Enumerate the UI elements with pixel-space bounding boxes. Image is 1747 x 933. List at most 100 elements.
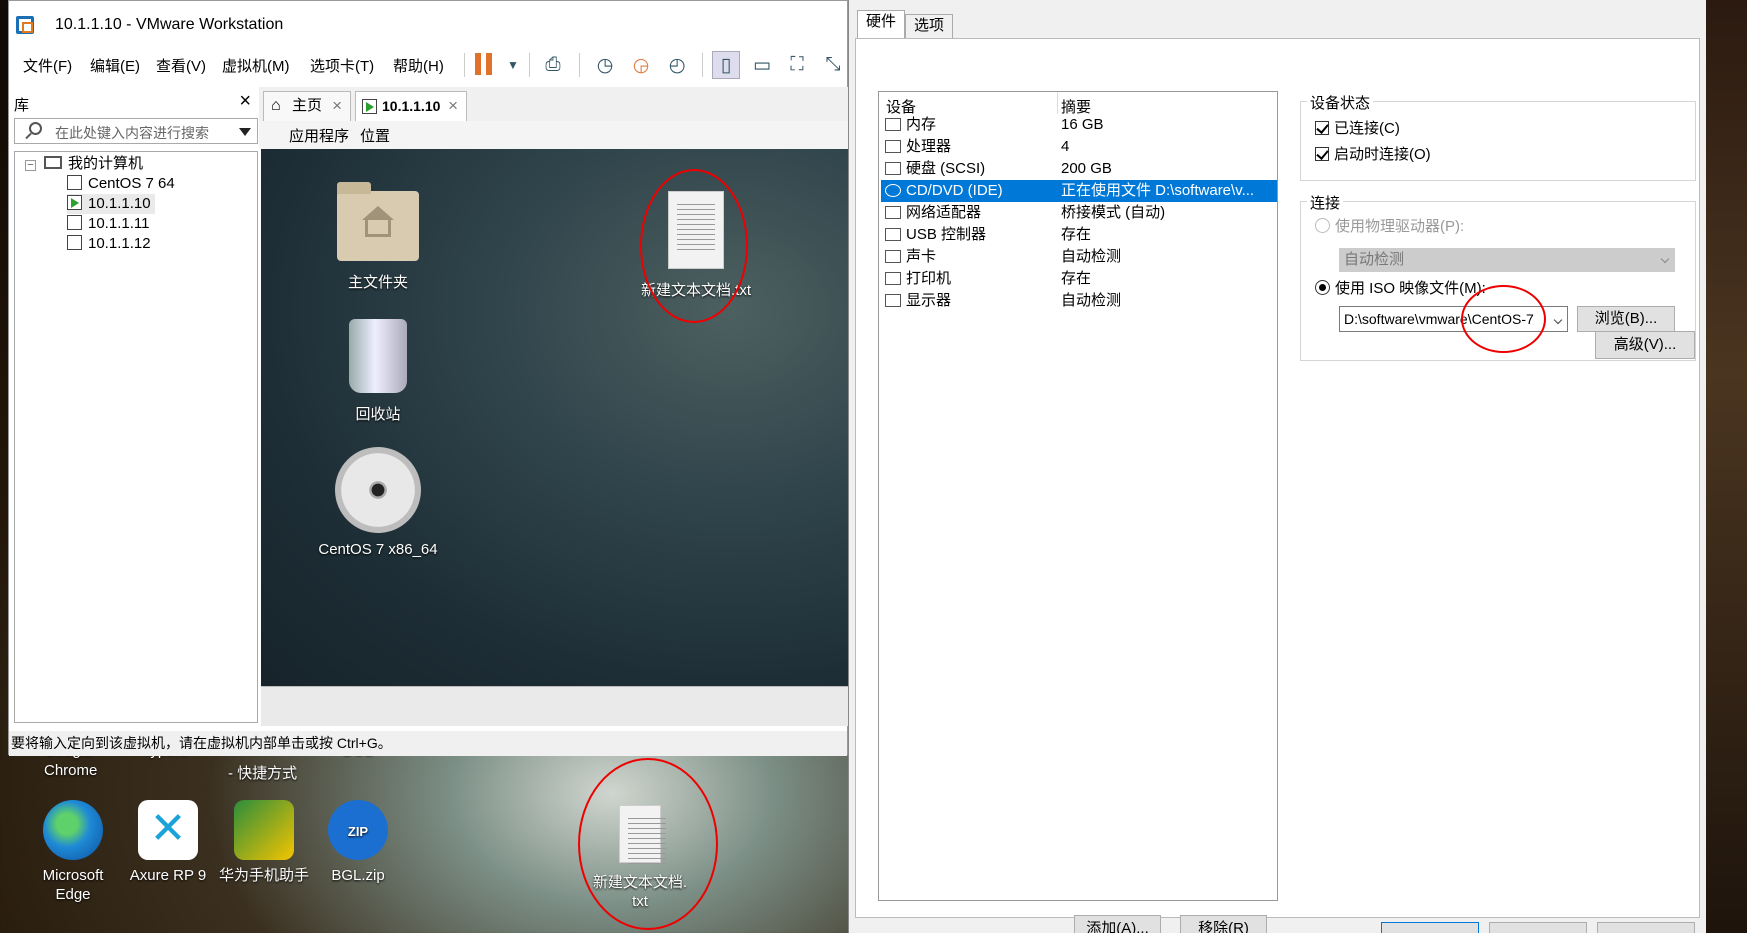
device-status-group: 设备状态 已连接(C) 启动时连接(O)	[1300, 92, 1696, 181]
tree-item-vm-selected[interactable]: 10.1.1.10	[67, 194, 155, 214]
revert-snapshot-icon[interactable]: ◶	[627, 51, 655, 79]
library-search-input[interactable]: 在此处键入内容进行搜索	[14, 118, 258, 144]
device-name: 硬盘 (SCSI)	[906, 160, 986, 177]
guest-icon-centos-disc[interactable]: CentOS 7 x86_64	[303, 447, 453, 558]
menu-vm[interactable]: 虚拟机(M)	[222, 55, 290, 76]
tree-item-vm[interactable]: 10.1.1.12	[67, 234, 151, 254]
close-icon[interactable]: ×	[332, 92, 342, 120]
connected-checkbox[interactable]: 已连接(C)	[1315, 120, 1400, 138]
speaker-icon	[885, 250, 901, 263]
computer-icon	[44, 156, 62, 169]
tab-options[interactable]: 选项	[905, 14, 954, 38]
close-icon[interactable]: ×	[448, 92, 458, 120]
home-icon	[362, 206, 394, 237]
menu-edit[interactable]: 编辑(E)	[90, 55, 140, 76]
dialog-bottom-button[interactable]	[1597, 922, 1695, 933]
menu-view[interactable]: 查看(V)	[156, 55, 206, 76]
close-icon[interactable]: ×	[239, 90, 251, 113]
physical-drive-radio[interactable]: 使用物理驱动器(P):	[1315, 218, 1464, 236]
radio-icon	[1315, 218, 1330, 233]
full-screen-icon[interactable]: ⛶	[783, 51, 811, 79]
snapshot-manager-icon[interactable]: ◴	[663, 51, 691, 79]
tab-hardware[interactable]: 硬件	[857, 10, 906, 39]
tab-vm[interactable]: 10.1.1.10 ×	[355, 91, 467, 121]
menu-tabs[interactable]: 选项卡(T)	[310, 55, 374, 76]
device-name: 显示器	[906, 292, 952, 309]
device-row-network-adapter[interactable]: 网络适配器 桥接模式 (自动)	[881, 202, 1277, 224]
desktop-icon-label: 华为手机助手	[218, 867, 309, 884]
chevron-down-icon[interactable]	[1553, 315, 1563, 325]
dialog-bottom-button[interactable]	[1489, 922, 1587, 933]
library-title: 库	[14, 97, 30, 114]
device-row-usb-controller[interactable]: USB 控制器 存在	[881, 224, 1277, 246]
tree-item-my-computer[interactable]: − 我的计算机	[25, 154, 143, 174]
monitor-icon	[885, 294, 901, 307]
tab-label: 主页	[292, 97, 323, 114]
collapse-icon[interactable]: −	[25, 160, 36, 171]
places-menu[interactable]: 位置	[360, 125, 390, 146]
radio-label: 使用 ISO 映像文件(M):	[1335, 280, 1486, 297]
unity-icon[interactable]: ⤡	[819, 51, 847, 79]
tree-item-vm[interactable]: CentOS 7 64	[67, 174, 175, 194]
tab-home[interactable]: ⌂ 主页 ×	[263, 91, 351, 121]
iso-image-radio[interactable]: 使用 ISO 映像文件(M):	[1315, 280, 1486, 298]
advanced-button[interactable]: 高级(V)...	[1595, 331, 1695, 359]
device-row-sound-card[interactable]: 声卡 自动检测	[881, 246, 1277, 268]
thumbnail-bar-icon[interactable]: ▭	[748, 51, 776, 79]
desktop-icon-huawei[interactable]: 华为手机助手	[214, 800, 314, 885]
checkbox-label: 已连接(C)	[1334, 120, 1400, 137]
desktop-wallpaper-edge	[1706, 0, 1747, 933]
connect-at-power-on-checkbox[interactable]: 启动时连接(O)	[1315, 146, 1431, 164]
device-name: USB 控制器	[906, 226, 987, 243]
desktop-icon-edge[interactable]: Microsoft Edge	[23, 800, 123, 904]
device-row-printer[interactable]: 打印机 存在	[881, 268, 1277, 290]
device-row-hard-disk[interactable]: 硬盘 (SCSI) 200 GB	[881, 158, 1277, 180]
axure-icon: ✕	[138, 800, 198, 860]
snapshot-icon[interactable]: ◷	[591, 51, 619, 79]
desktop-icon-bgl-zip[interactable]: ZIP BGL.zip	[308, 800, 408, 885]
hardware-panel: 设备 摘要 内存 16 GB 处理器 4 硬盘 (SCSI) 200 GB CD/DV…	[855, 38, 1700, 933]
device-summary: 自动检测	[1061, 248, 1122, 265]
home-icon: ⌂	[271, 97, 281, 114]
browse-button[interactable]: 浏览(B)...	[1577, 306, 1675, 332]
tree-item-label: 10.1.1.11	[88, 215, 150, 232]
power-dropdown-icon[interactable]: ▼	[499, 51, 527, 79]
guest-icon-home-folder[interactable]: 主文件夹	[318, 182, 438, 292]
group-title: 连接	[1307, 192, 1344, 213]
menu-help[interactable]: 帮助(H)	[393, 55, 444, 76]
device-row-processor[interactable]: 处理器 4	[881, 136, 1277, 158]
tree-item-label: 10.1.1.12	[88, 235, 151, 252]
dialog-bottom-button[interactable]	[1381, 922, 1479, 933]
cd-icon	[885, 184, 901, 197]
device-summary: 自动检测	[1061, 292, 1122, 309]
pause-icon[interactable]	[475, 53, 493, 75]
remove-device-button[interactable]: 移除(R)	[1180, 915, 1267, 933]
guest-bottom-bar	[261, 686, 849, 726]
physical-drive-select[interactable]: 自动检测	[1339, 248, 1675, 272]
search-icon	[29, 122, 42, 135]
device-name: 处理器	[906, 138, 952, 155]
applications-menu[interactable]: 应用程序	[289, 125, 349, 146]
tree-item-vm[interactable]: 10.1.1.11	[67, 214, 149, 234]
vmware-logo-icon	[16, 16, 34, 34]
group-title: 设备状态	[1307, 92, 1374, 113]
network-icon	[885, 206, 901, 219]
chevron-down-icon[interactable]	[239, 128, 251, 136]
checkbox-checked-icon	[1315, 121, 1329, 135]
add-device-button[interactable]: 添加(A)...	[1074, 915, 1161, 933]
show-library-icon[interactable]: ▯	[712, 51, 740, 79]
huawei-assistant-icon	[234, 800, 294, 860]
guest-icon-label: CentOS 7 x86_64	[318, 541, 438, 558]
desktop-icon-axure[interactable]: ✕ Axure RP 9	[118, 800, 218, 885]
guest-icon-trash[interactable]: 回收站	[318, 319, 438, 424]
menu-file[interactable]: 文件(F)	[23, 55, 72, 76]
device-row-display[interactable]: 显示器 自动检测	[881, 290, 1277, 312]
device-row-memory[interactable]: 内存 16 GB	[881, 114, 1277, 136]
guest-desktop[interactable]: 主文件夹 回收站 CentOS 7 x86_64 新建文本文档.txt	[261, 149, 849, 686]
window-title: 10.1.1.10 - VMware Workstation	[55, 16, 284, 33]
send-ctrl-alt-del-icon[interactable]: ⎙	[539, 51, 567, 79]
library-tree: − 我的计算机 CentOS 7 64 10.1.1.10 10.1.1.11 1…	[14, 151, 258, 723]
device-summary: 200 GB	[1061, 160, 1112, 177]
device-row-cd-dvd[interactable]: CD/DVD (IDE) 正在使用文件 D:\software\v...	[881, 180, 1277, 202]
guest-icon-label: 回收站	[355, 406, 401, 423]
